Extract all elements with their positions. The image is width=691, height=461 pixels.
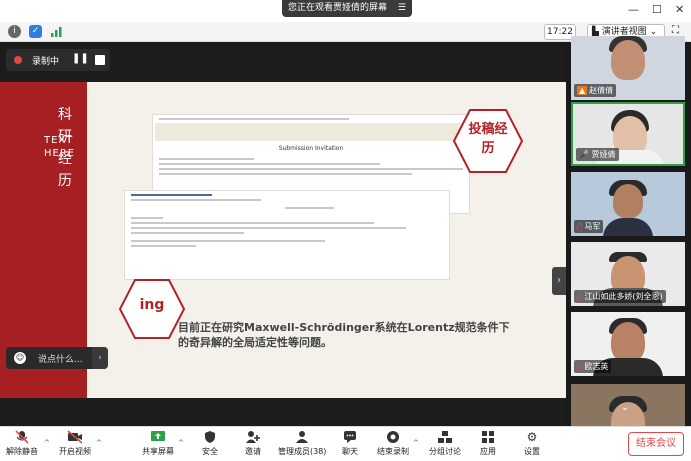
info-icon[interactable]: i — [8, 25, 21, 38]
participant-tile[interactable]: 🎙̸ 欧志英 — [571, 312, 685, 376]
chat-label: 聊天 — [342, 447, 358, 456]
participant-tile[interactable]: 🎙̸ 江山如此多娇(刘全恩) — [571, 242, 685, 306]
shield-icon — [202, 430, 218, 444]
recording-indicator: 录制中 ❚❚ — [6, 49, 110, 71]
viewing-text: 您正在观看贾娅倩的屏幕 — [288, 3, 388, 13]
breakout-icon — [437, 430, 453, 444]
pause-icon[interactable]: ❚❚ — [72, 53, 89, 67]
meeting-toolbar: 解除静音 ^ 开启视频 ^ 共享屏幕 ^ 安全 邀请 管理成员(38) 聊天 结… — [0, 426, 691, 461]
participant-name: 🎙̸ 江山如此多娇(刘全恩) — [574, 290, 666, 303]
doc-heading: Submission Invitation — [278, 145, 344, 152]
chevron-down-icon[interactable]: ⌄ — [621, 402, 629, 413]
collapse-panel-button[interactable]: › — [552, 267, 566, 295]
apps-label: 应用 — [480, 447, 496, 456]
menu-icon[interactable]: ☰ — [398, 0, 406, 17]
apps-button[interactable]: 应用 — [468, 430, 508, 457]
start-video-label: 开启视频 — [59, 447, 91, 456]
chevron-up-icon[interactable]: ^ — [44, 439, 50, 447]
chevron-left-icon[interactable]: ‹ — [92, 347, 108, 369]
participant-tile-active[interactable]: 🎤 贾娅倩 — [571, 102, 685, 166]
camera-off-icon — [67, 430, 83, 444]
manage-members-label: 管理成员(38) — [278, 447, 327, 456]
fullscreen-icon[interactable]: ⛶ — [672, 25, 679, 36]
chevron-up-icon[interactable]: ^ — [413, 439, 419, 447]
mic-muted-icon — [14, 430, 30, 444]
end-recording-label: 结束录制 — [377, 447, 409, 456]
emoji-icon[interactable]: ☺ — [14, 352, 26, 364]
signal-icon[interactable] — [50, 25, 63, 38]
chevron-up-icon[interactable]: ^ — [178, 439, 184, 447]
invite-label: 邀请 — [245, 447, 261, 456]
maximize-icon[interactable]: ☐ — [652, 3, 662, 16]
hex-right-label: 投稿经历 — [468, 122, 508, 156]
breakout-rooms-button[interactable]: 分组讨论 — [425, 430, 465, 457]
shared-screen: 录制中 ❚❚ 科研经历 TEXT HERE Submission Invitat… — [0, 42, 566, 426]
settings-button[interactable]: ⚙ 设置 — [512, 430, 552, 457]
members-icon — [294, 430, 310, 444]
breakout-label: 分组讨论 — [429, 447, 461, 456]
participant-name: 🎤 贾娅倩 — [576, 148, 619, 161]
invite-button[interactable]: 邀请 — [233, 430, 273, 457]
close-icon[interactable]: ✕ — [675, 3, 684, 16]
chat-input[interactable]: ☺ 说点什么... ‹ — [6, 347, 108, 369]
document-screenshot-2 — [124, 190, 450, 280]
slide-vertical-sub: TEXT HERE — [44, 135, 76, 159]
minimize-icon[interactable]: — — [628, 3, 639, 16]
apps-icon — [480, 430, 496, 444]
record-stop-icon — [385, 430, 401, 444]
chat-button[interactable]: 聊天 — [330, 430, 370, 457]
end-recording-button[interactable]: 结束录制 — [373, 430, 413, 457]
start-video-button[interactable]: 开启视频 — [55, 430, 95, 457]
chat-placeholder: 说点什么... — [38, 355, 83, 365]
chevron-up-icon[interactable]: ^ — [96, 439, 102, 447]
recording-label: 录制中 — [32, 57, 60, 67]
record-dot-icon — [14, 56, 22, 64]
gear-icon: ⚙ — [526, 430, 538, 444]
manage-members-button[interactable]: 管理成员(38) — [278, 430, 326, 457]
participant-name: 🎙̸ 马军 — [574, 220, 604, 233]
chat-icon — [342, 430, 358, 444]
stop-icon[interactable] — [95, 55, 105, 65]
share-screen-button[interactable]: 共享屏幕 — [138, 430, 178, 457]
add-user-icon — [245, 430, 261, 444]
participant-name: ▲ 赵倩倩 — [574, 84, 617, 97]
settings-label: 设置 — [524, 447, 540, 456]
slide-body-text: 目前正在研究Maxwell-Schrödinger系统在Lorentz规范条件下… — [178, 321, 510, 349]
participant-name: 🎙̸ 欧志英 — [574, 360, 612, 373]
share-screen-label: 共享屏幕 — [142, 447, 174, 456]
viewing-banner: 您正在观看贾娅倩的屏幕 ☰ — [282, 0, 412, 17]
participant-panel: ▲ 赵倩倩 🎤 贾娅倩 🎙̸ 马军 🎙̸ 江山如此多娇(刘全恩) 🎙̸ 欧志英 ⌄ — [566, 36, 691, 426]
unmute-label: 解除静音 — [6, 447, 38, 456]
unmute-button[interactable]: 解除静音 — [2, 430, 42, 457]
participant-tile[interactable]: 🎙̸ 马军 — [571, 172, 685, 236]
participant-tile[interactable]: ▲ 赵倩倩 — [571, 36, 685, 100]
share-screen-icon — [150, 430, 166, 444]
title-bar: 您正在观看贾娅倩的屏幕 ☰ — ☐ ✕ — [0, 0, 691, 22]
security-label: 安全 — [202, 447, 218, 456]
shield-icon[interactable]: ✓ — [29, 25, 42, 38]
end-meeting-button[interactable]: 结束会议 — [628, 432, 684, 456]
hex-left-label: ing — [139, 297, 165, 313]
security-button[interactable]: 安全 — [190, 430, 230, 457]
